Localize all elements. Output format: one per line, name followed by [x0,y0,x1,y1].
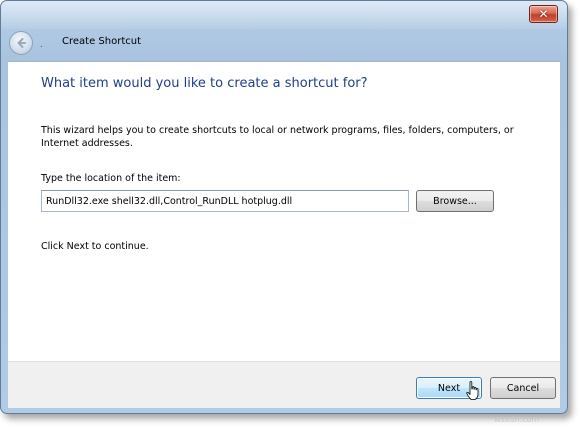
wizard-description: This wizard helps you to create shortcut… [41,125,514,149]
location-label: Type the location of the item: [41,173,181,184]
close-icon: ✕ [538,7,549,21]
continue-instruction: Click Next to continue. [41,241,149,252]
browse-button[interactable]: Browse... [416,190,494,212]
watermark: wsxdn.com [494,415,540,424]
wizard-title: Create Shortcut [62,36,141,47]
title-separator: . [40,40,43,50]
location-input[interactable] [41,190,409,212]
back-button[interactable] [9,31,33,55]
close-button[interactable]: ✕ [529,5,558,23]
mouse-pointer-icon [466,381,479,400]
create-shortcut-window: ✕ . Create Shortcut What item would you … [0,0,568,414]
cancel-button[interactable]: Cancel [490,377,556,399]
wizard-content: What item would you like to create a sho… [8,61,560,361]
back-arrow-icon [17,38,26,48]
page-heading: What item would you like to create a sho… [41,76,368,91]
